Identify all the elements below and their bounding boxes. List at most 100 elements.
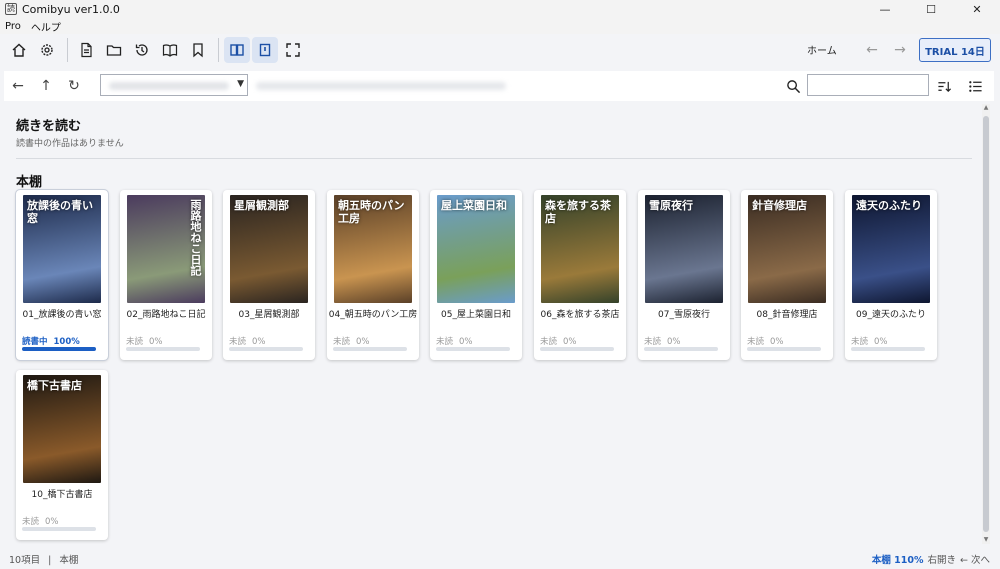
status-location: 本棚 [59,555,79,566]
trial-button[interactable]: TRIAL 14日 [919,38,991,62]
section-divider [16,158,972,159]
cover-title: 屋上菜園日和 [441,199,507,212]
sort-icon [937,81,951,92]
book-card[interactable]: 雨路地ねこ日記 02_雨路地ねこ日記 未読 0% [120,190,212,360]
forward-arrow-icon[interactable]: → [890,40,910,60]
window-title: Comibyu ver1.0.0 [22,2,120,16]
search-input[interactable] [807,74,929,96]
cover-title: 針音修理店 [752,199,807,212]
book-card[interactable]: 雪原夜行 07_雪原夜行 未読 0% [638,190,730,360]
book-card[interactable]: 星屑観測部 03_星屑観測部未読 0% [223,190,315,360]
single-page-view-button[interactable] [252,37,278,63]
status-percent: 0% [874,337,888,347]
status-label: 未読 [436,337,454,347]
book-cover[interactable]: 雪原夜行 [645,195,723,303]
book-title: 03_星屑観測部 [238,310,300,320]
reading-status: 未読 0% [851,335,888,347]
book-cover[interactable]: 屋上菜園日和 [437,195,515,303]
title-bar: 読 Comibyu ver1.0.0 — ☐ ✕ [0,0,1000,18]
next-button[interactable]: ← 次へ [960,552,990,566]
list-view-button[interactable] [964,75,986,97]
reading-status: 読書中 100% [22,335,80,347]
minimize-button[interactable]: — [862,0,908,18]
library-button[interactable] [157,37,183,63]
folder-icon [106,45,122,56]
book-cover[interactable]: 朝五時のパン工房 [334,195,412,303]
open-file-button[interactable] [73,37,99,63]
scroll-down-icon[interactable]: ▼ [982,536,990,544]
vertical-scrollbar[interactable]: ▲ ▼ [982,104,990,544]
menu-help[interactable]: ヘルプ [31,19,61,34]
close-button[interactable]: ✕ [954,0,1000,18]
book-title: 10_橋下古書店 [31,490,93,500]
book-title: 05_屋上菜園日和 [441,310,511,320]
reading-status: 未読 0% [229,335,266,347]
reading-status: 未読 0% [747,335,784,347]
book-card[interactable]: 橋下古書店 10_橋下古書店未読 0% [16,370,108,540]
status-right: 本棚 110% 右開き ← 次へ [872,552,990,566]
book-cover[interactable]: 星屑観測部 [230,195,308,303]
reading-status: 未読 0% [540,335,577,347]
scroll-up-icon[interactable]: ▲ [982,104,990,112]
menu-pro[interactable]: Pro [5,21,21,32]
reading-status: 未読 0% [126,335,163,347]
back-arrow-icon[interactable]: ← [862,40,882,60]
progress-bar [644,347,718,351]
status-label: 未読 [229,337,247,347]
status-label: 未読 [333,337,351,347]
book-cover[interactable]: 放課後の青い窓 [23,195,101,303]
reading-direction[interactable]: 右開き [928,552,957,566]
book-card[interactable]: 遠天のふたり 09_遠天のふたり 未読 0% [845,190,937,360]
history-icon [135,44,148,56]
current-path [256,82,506,90]
home-button[interactable] [6,37,32,63]
history-button[interactable] [129,37,155,63]
progress-bar [436,347,510,351]
progress-fill [22,347,96,351]
path-dropdown[interactable]: ▼ [100,74,248,96]
status-percent: 0% [770,337,784,347]
home-label[interactable]: ホーム [807,42,837,57]
status-label: 未読 [540,337,558,347]
app-icon: 読 [5,3,17,15]
book-card[interactable]: 放課後の青い窓 01_放課後の青い窓 読書中 100% [15,189,109,361]
progress-bar [22,347,96,351]
bookmark-button[interactable] [185,37,211,63]
path-back-button[interactable]: ← [4,74,32,98]
book-cover[interactable]: 森を旅する茶店 [541,195,619,303]
home-icon [12,43,26,57]
two-page-view-button[interactable] [224,37,250,63]
book-cover[interactable]: 雨路地ねこ日記 [127,195,205,303]
zoom-level[interactable]: 本棚 110% [872,552,924,566]
open-folder-button[interactable] [101,37,127,63]
book-cover[interactable]: 針音修理店 [748,195,826,303]
book-cover[interactable]: 遠天のふたり [852,195,930,303]
single-page-icon [259,43,271,57]
fullscreen-button[interactable] [280,37,306,63]
search-icon[interactable] [782,75,804,97]
progress-bar [333,347,407,351]
book-card[interactable]: 森を旅する茶店 06_森を旅する茶店 未読 0% [534,190,626,360]
settings-button[interactable] [34,37,60,63]
status-label: 未読 [747,337,765,347]
book-card[interactable]: 屋上菜園日和 05_屋上菜園日和 未読 0% [430,190,522,360]
book-card[interactable]: 朝五時のパン工房 04_朝五時のパン工房 未読 0% [327,190,419,360]
cover-title: 遠天のふたり [856,199,922,212]
book-title: 06_森を旅する茶店 [540,310,620,320]
scroll-thumb[interactable] [983,116,989,532]
reload-button[interactable]: ↻ [60,74,88,98]
status-separator: | [48,555,52,566]
path-dropdown-value [109,82,229,90]
path-up-button[interactable]: ↑ [32,74,60,98]
book-cover[interactable]: 橋下古書店 [23,375,101,483]
main-content: 続きを読む 読書中の作品はありません 本棚 放課後の青い窓 01_放課後の青い窓読… [4,104,980,544]
book-card[interactable]: 針音修理店 08_針音修理店 未読 0% [741,190,833,360]
toolbar: ホーム ← → TRIAL 14日 [0,34,1000,66]
sort-button[interactable] [933,75,955,97]
reading-status: 未読 0% [22,515,59,527]
cover-title: 朝五時のパン工房 [338,199,405,225]
progress-bar [22,527,96,531]
menu-bar: Pro ヘルプ [0,18,1000,34]
cover-title: 雪原夜行 [649,199,693,212]
maximize-button[interactable]: ☐ [908,0,954,18]
